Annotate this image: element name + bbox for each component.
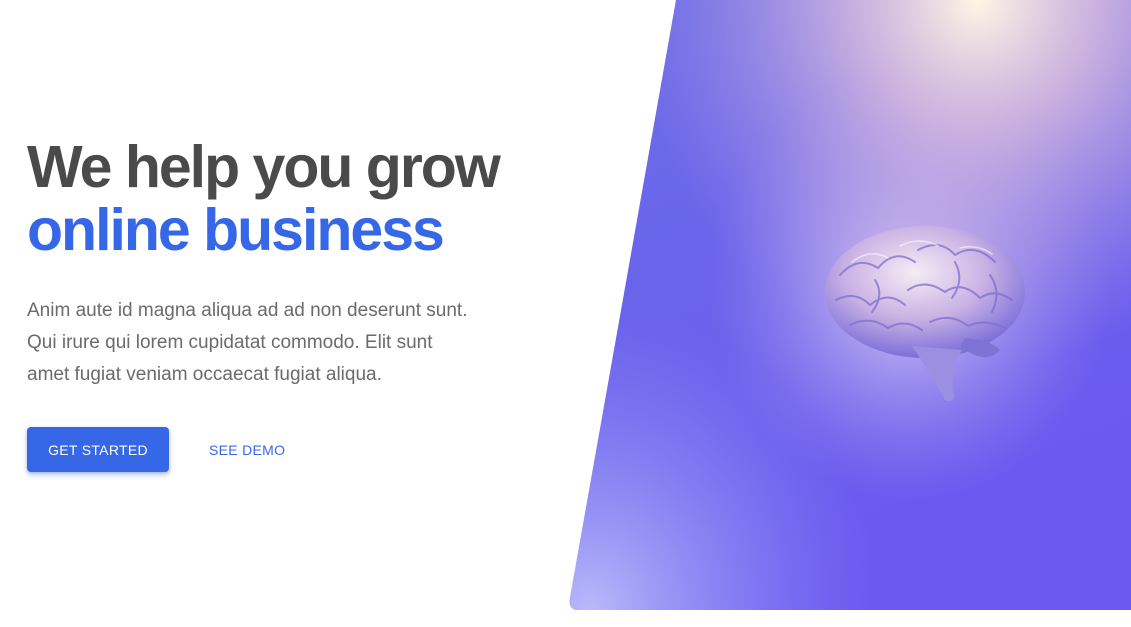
hero-section: We help you grow online business Anim au… <box>0 0 1131 627</box>
hero-image <box>569 0 1131 610</box>
